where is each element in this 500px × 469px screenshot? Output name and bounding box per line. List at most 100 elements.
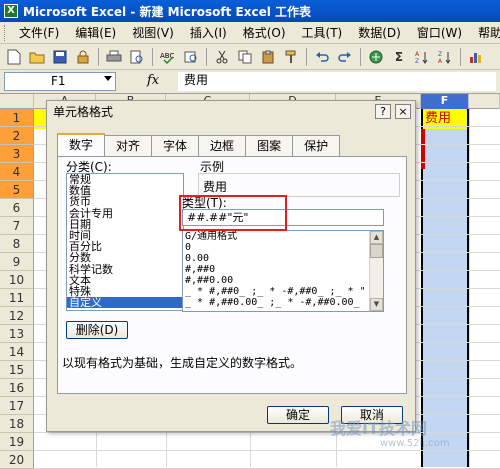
sample-box: 费用 bbox=[198, 173, 400, 197]
row-header-6[interactable]: 6 bbox=[0, 199, 34, 217]
annotation-highlight-frame bbox=[179, 195, 287, 231]
sort-ascending-icon[interactable]: AZ bbox=[412, 47, 432, 67]
format-cells-dialog: 单元格格式 ? × 数字 对齐 字体 边框 图案 保护 分类(C): 常规 数值… bbox=[46, 100, 416, 432]
sort-descending-icon[interactable]: ZA bbox=[435, 47, 455, 67]
tab-alignment[interactable]: 对齐 bbox=[104, 135, 153, 156]
row-header-13[interactable]: 13 bbox=[0, 325, 34, 343]
undo-icon[interactable] bbox=[312, 47, 332, 67]
row-header-4[interactable]: 4 bbox=[0, 163, 34, 181]
dialog-close-button[interactable]: × bbox=[395, 104, 411, 119]
menu-view[interactable]: 视图(V) bbox=[124, 24, 182, 41]
dialog-tabs: 数字 对齐 字体 边框 图案 保护 bbox=[57, 133, 341, 156]
tab-pattern[interactable]: 图案 bbox=[245, 135, 294, 156]
paste-icon[interactable] bbox=[258, 47, 278, 67]
format-item[interactable]: G/通用格式 bbox=[183, 231, 383, 242]
format-list-scrollbar[interactable]: ▲ ▼ bbox=[369, 231, 383, 311]
row-header-18[interactable]: 18 bbox=[0, 415, 34, 433]
print-preview-icon[interactable] bbox=[127, 47, 147, 67]
row-header-15[interactable]: 15 bbox=[0, 361, 34, 379]
save-icon[interactable] bbox=[50, 47, 70, 67]
row-header-14[interactable]: 14 bbox=[0, 343, 34, 361]
tab-border[interactable]: 边框 bbox=[198, 135, 247, 156]
number-tab-panel: 分类(C): 常规 数值 货币 会计专用 日期 时间 百分比 分数 科学记数 文… bbox=[57, 156, 407, 394]
new-icon[interactable] bbox=[4, 47, 24, 67]
format-item[interactable]: _ * #,##0_ ;_ * -#,##0_ ;_ * " bbox=[183, 286, 383, 297]
format-item[interactable]: #,##0 bbox=[183, 264, 383, 275]
row-header-16[interactable]: 16 bbox=[0, 379, 34, 397]
spelling-icon[interactable]: ABC bbox=[158, 47, 178, 67]
menu-insert[interactable]: 插入(I) bbox=[182, 24, 235, 41]
menu-tools[interactable]: 工具(T) bbox=[294, 24, 351, 41]
select-all-corner[interactable] bbox=[0, 94, 34, 109]
copy-icon[interactable] bbox=[235, 47, 255, 67]
menu-window[interactable]: 窗口(W) bbox=[409, 24, 470, 41]
redo-icon[interactable] bbox=[335, 47, 355, 67]
toolbar-separator bbox=[98, 47, 99, 66]
category-currency[interactable]: 货币 bbox=[67, 196, 183, 207]
cell-f2-f3-fill bbox=[421, 129, 425, 169]
row-gridline bbox=[34, 432, 500, 433]
autosum-icon[interactable]: Σ bbox=[389, 47, 409, 67]
row-header-11[interactable]: 11 bbox=[0, 289, 34, 307]
category-fraction[interactable]: 分数 bbox=[67, 252, 183, 263]
category-scientific[interactable]: 科学记数 bbox=[67, 263, 183, 275]
window-title: Microsoft Excel - 新建 Microsoft Excel 工作表 bbox=[23, 4, 312, 19]
name-box-dropdown-icon[interactable] bbox=[104, 76, 112, 81]
research-icon[interactable] bbox=[181, 47, 201, 67]
menu-data[interactable]: 数据(D) bbox=[350, 24, 409, 41]
format-painter-icon[interactable] bbox=[281, 47, 301, 67]
row-header-20[interactable]: 20 bbox=[0, 451, 34, 469]
tab-number[interactable]: 数字 bbox=[57, 133, 106, 156]
category-list[interactable]: 常规 数值 货币 会计专用 日期 时间 百分比 分数 科学记数 文本 特殊 自定… bbox=[66, 173, 184, 311]
tab-font[interactable]: 字体 bbox=[151, 135, 200, 156]
row-header-3[interactable]: 3 bbox=[0, 145, 34, 163]
svg-text:Z: Z bbox=[438, 51, 442, 58]
scroll-thumb[interactable] bbox=[370, 244, 383, 258]
format-item[interactable]: 0.00 bbox=[183, 253, 383, 264]
hyperlink-icon[interactable] bbox=[366, 47, 386, 67]
row-header-2[interactable]: 2 bbox=[0, 127, 34, 145]
window-title-bar[interactable]: X Microsoft Excel - 新建 Microsoft Excel 工… bbox=[0, 0, 500, 22]
formula-input[interactable]: 费用 bbox=[178, 72, 496, 91]
row-header-10[interactable]: 10 bbox=[0, 271, 34, 289]
dialog-help-button[interactable]: ? bbox=[375, 104, 391, 119]
menu-help[interactable]: 帮助(H) bbox=[470, 24, 500, 41]
format-item[interactable]: #,##0.00 bbox=[183, 275, 383, 286]
format-item[interactable]: 0 bbox=[183, 242, 383, 253]
row-header-9[interactable]: 9 bbox=[0, 253, 34, 271]
format-code-list[interactable]: G/通用格式 0 0.00 #,##0 #,##0.00 _ * #,##0_ … bbox=[182, 230, 384, 312]
row-header-1[interactable]: 1 bbox=[0, 109, 34, 127]
delete-button[interactable]: 删除(D) bbox=[66, 321, 128, 339]
row-header-5[interactable]: 5 bbox=[0, 181, 34, 199]
ok-button[interactable]: 确定 bbox=[267, 406, 329, 424]
menu-format[interactable]: 格式(O) bbox=[235, 24, 294, 41]
format-item[interactable]: _ * #,##0.00_ ;_ * -#,##0.00_ bbox=[183, 297, 383, 308]
row-header-12[interactable]: 12 bbox=[0, 307, 34, 325]
excel-app-icon: X bbox=[4, 4, 18, 18]
chart-wizard-icon[interactable] bbox=[466, 47, 486, 67]
scroll-down-icon[interactable]: ▼ bbox=[370, 298, 383, 311]
menu-file[interactable]: 文件(F) bbox=[11, 24, 67, 41]
tab-protection[interactable]: 保护 bbox=[292, 135, 341, 156]
row-header-7[interactable]: 7 bbox=[0, 217, 34, 235]
fx-icon[interactable]: fx bbox=[147, 73, 159, 88]
column-header-g[interactable] bbox=[469, 94, 500, 109]
toolbar-separator bbox=[460, 47, 461, 66]
formula-bar: F1 fx 费用 bbox=[0, 70, 500, 94]
name-box[interactable]: F1 bbox=[4, 72, 116, 91]
row-header-17[interactable]: 17 bbox=[0, 397, 34, 415]
category-custom[interactable]: 自定义 bbox=[67, 297, 183, 309]
toolbar-separator bbox=[360, 47, 361, 66]
scroll-up-icon[interactable]: ▲ bbox=[370, 231, 383, 244]
open-icon[interactable] bbox=[27, 47, 47, 67]
row-header-8[interactable]: 8 bbox=[0, 235, 34, 253]
cut-icon[interactable] bbox=[212, 47, 232, 67]
menu-edit[interactable]: 编辑(E) bbox=[67, 24, 124, 41]
permission-icon[interactable] bbox=[73, 47, 93, 67]
print-icon[interactable] bbox=[104, 47, 124, 67]
column-header-f[interactable]: F bbox=[421, 94, 469, 109]
custom-format-description: 以现有格式为基础，生成自定义的数字格式。 bbox=[62, 356, 303, 370]
row-gridline bbox=[34, 450, 500, 451]
dialog-title[interactable]: 单元格格式 bbox=[47, 101, 415, 123]
row-header-19[interactable]: 19 bbox=[0, 433, 34, 451]
